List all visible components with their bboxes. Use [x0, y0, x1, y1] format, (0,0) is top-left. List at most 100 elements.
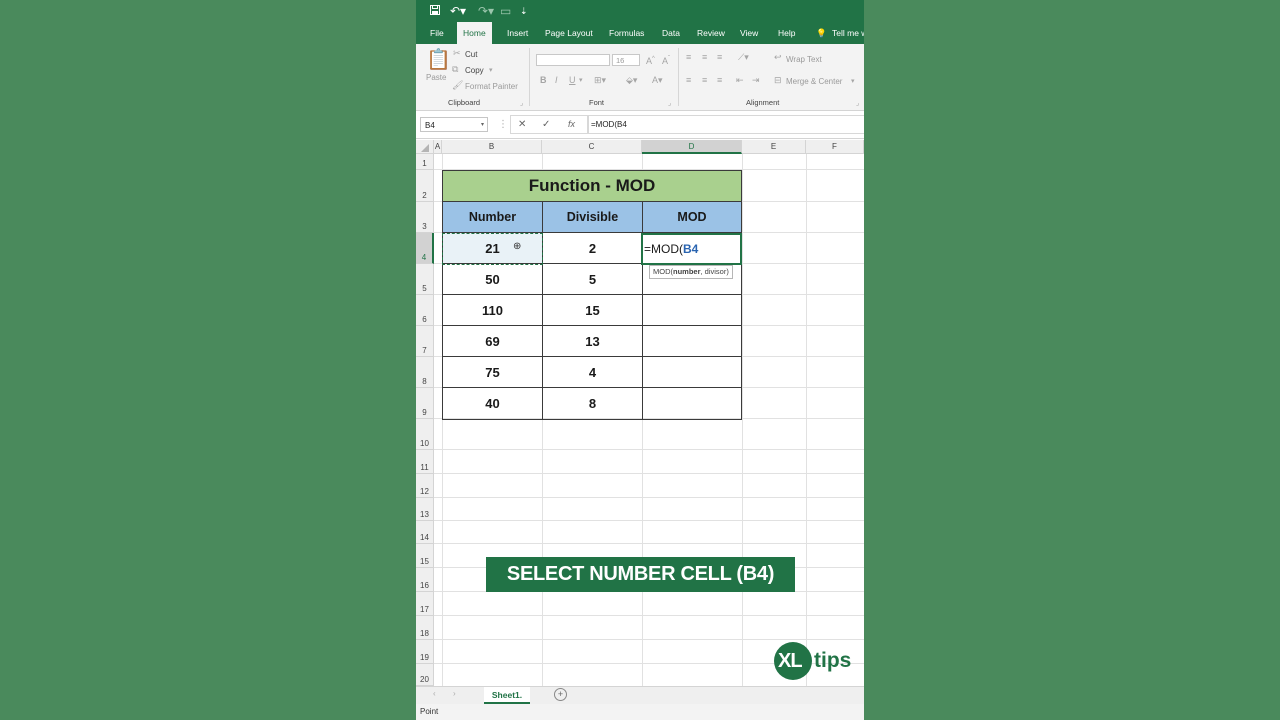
save-icon[interactable]: [430, 3, 440, 19]
table-title[interactable]: Function - MOD: [442, 170, 742, 202]
row-header[interactable]: 12: [416, 474, 434, 498]
cell-b7[interactable]: 69: [442, 325, 543, 357]
chevron-down-icon[interactable]: ▾: [851, 76, 855, 87]
cut-button[interactable]: Cut: [465, 49, 477, 60]
tab-help[interactable]: Help: [778, 22, 795, 44]
cell-b4[interactable]: 21: [442, 232, 543, 264]
row-header[interactable]: 11: [416, 450, 434, 474]
tab-page-layout[interactable]: Page Layout: [545, 22, 593, 44]
next-sheet-icon[interactable]: ›: [453, 689, 456, 698]
align-left-icon[interactable]: ≡: [686, 75, 691, 86]
align-top-icon[interactable]: ≡: [686, 52, 691, 63]
column-header-b[interactable]: B: [442, 140, 542, 154]
undo-icon[interactable]: ↶▾: [450, 3, 466, 19]
tab-home[interactable]: Home: [457, 22, 492, 44]
tab-formulas[interactable]: Formulas: [609, 22, 644, 44]
underline-icon[interactable]: U: [569, 75, 576, 86]
tell-me-search[interactable]: Tell me w: [832, 22, 864, 44]
tab-view[interactable]: View: [740, 22, 758, 44]
bold-icon[interactable]: B: [540, 75, 547, 86]
merge-center-button[interactable]: Merge & Center: [786, 76, 842, 87]
row-header[interactable]: 10: [416, 419, 434, 450]
column-header-a[interactable]: A: [434, 140, 442, 154]
worksheet-grid[interactable]: A B C D E F 1 2 3 4 5 6 7 8 9 10 11 12 1…: [416, 140, 864, 686]
row-header[interactable]: 4: [416, 233, 434, 264]
row-header[interactable]: 3: [416, 202, 434, 233]
italic-icon[interactable]: I: [555, 75, 558, 86]
row-header[interactable]: 2: [416, 170, 434, 202]
cell-b9[interactable]: 40: [442, 387, 543, 420]
tab-data[interactable]: Data: [662, 22, 680, 44]
increase-font-icon[interactable]: A^: [646, 54, 655, 67]
row-header[interactable]: 17: [416, 592, 434, 616]
paste-icon[interactable]: 📋: [426, 50, 451, 70]
copy-button[interactable]: Copy: [465, 65, 484, 76]
decrease-indent-icon[interactable]: ⇤: [736, 75, 744, 86]
align-middle-icon[interactable]: ≡: [702, 52, 707, 63]
cell-d9[interactable]: [642, 387, 742, 420]
header-mod[interactable]: MOD: [642, 201, 742, 233]
tab-insert[interactable]: Insert: [507, 22, 528, 44]
header-number[interactable]: Number: [442, 201, 543, 233]
align-center-icon[interactable]: ≡: [702, 75, 707, 86]
add-sheet-icon[interactable]: +: [554, 688, 567, 701]
cell-d4-editor[interactable]: =MOD(B4: [641, 233, 742, 265]
screen-icon[interactable]: ▭: [500, 3, 511, 19]
row-header[interactable]: 13: [416, 498, 434, 521]
fill-color-icon[interactable]: ⬙▾: [626, 75, 637, 86]
cell-c7[interactable]: 13: [542, 325, 643, 357]
formula-input[interactable]: =MOD(B4: [591, 117, 627, 132]
cell-b5[interactable]: 50: [442, 263, 543, 295]
lightbulb-icon[interactable]: 💡: [816, 22, 827, 44]
row-header[interactable]: 18: [416, 616, 434, 640]
enter-icon[interactable]: ✓: [542, 117, 550, 132]
row-header[interactable]: 14: [416, 521, 434, 544]
chevron-down-icon[interactable]: ▾: [481, 118, 484, 133]
chevron-down-icon[interactable]: ▾: [579, 75, 583, 86]
cell-c8[interactable]: 4: [542, 356, 643, 388]
wrap-text-button[interactable]: Wrap Text: [786, 54, 822, 65]
column-header-e[interactable]: E: [742, 140, 806, 154]
cell-d6[interactable]: [642, 294, 742, 326]
cell-c9[interactable]: 8: [542, 387, 643, 420]
format-painter-button[interactable]: Format Painter: [465, 81, 518, 92]
name-box[interactable]: B4 ▾: [420, 117, 488, 132]
align-right-icon[interactable]: ≡: [717, 75, 722, 86]
insert-function-icon[interactable]: fx: [568, 117, 575, 132]
tab-file[interactable]: File: [430, 22, 444, 44]
cell-d7[interactable]: [642, 325, 742, 357]
dialog-launcher-icon[interactable]: ⌟: [520, 98, 523, 109]
cell-b6[interactable]: 110: [442, 294, 543, 326]
chevron-down-icon[interactable]: ▾: [489, 65, 493, 76]
cell-c4[interactable]: 2: [542, 232, 643, 264]
column-header-c[interactable]: C: [542, 140, 642, 154]
cancel-icon[interactable]: ✕: [518, 117, 526, 132]
row-header[interactable]: 5: [416, 264, 434, 295]
align-bottom-icon[interactable]: ≡: [717, 52, 722, 63]
column-header-d[interactable]: D: [642, 140, 742, 154]
borders-icon[interactable]: ⊞▾: [594, 75, 606, 86]
row-header[interactable]: 6: [416, 295, 434, 326]
prev-sheet-icon[interactable]: ‹: [433, 689, 436, 698]
cell-b8[interactable]: 75: [442, 356, 543, 388]
paste-button[interactable]: Paste: [426, 72, 446, 83]
header-divisible[interactable]: Divisible: [542, 201, 643, 233]
cell-d8[interactable]: [642, 356, 742, 388]
dialog-launcher-icon[interactable]: ⌟: [668, 98, 671, 109]
sheet-tab-sheet1[interactable]: Sheet1.: [484, 687, 530, 704]
cell-c5[interactable]: 5: [542, 263, 643, 295]
font-size-box[interactable]: 16: [612, 54, 640, 66]
row-header[interactable]: 8: [416, 357, 434, 388]
font-color-icon[interactable]: A▾: [652, 75, 663, 86]
select-all-corner[interactable]: [416, 140, 434, 154]
customize-icon[interactable]: ⇣: [520, 3, 528, 19]
dialog-launcher-icon[interactable]: ⌟: [856, 98, 859, 109]
redo-icon[interactable]: ↷▾: [478, 3, 494, 19]
font-name-box[interactable]: [536, 54, 610, 66]
tab-review[interactable]: Review: [697, 22, 725, 44]
formula-input-box[interactable]: [588, 115, 864, 134]
row-header[interactable]: 7: [416, 326, 434, 357]
orientation-icon[interactable]: ⟋▾: [738, 52, 749, 63]
row-header[interactable]: 19: [416, 640, 434, 664]
column-header-f[interactable]: F: [806, 140, 864, 154]
